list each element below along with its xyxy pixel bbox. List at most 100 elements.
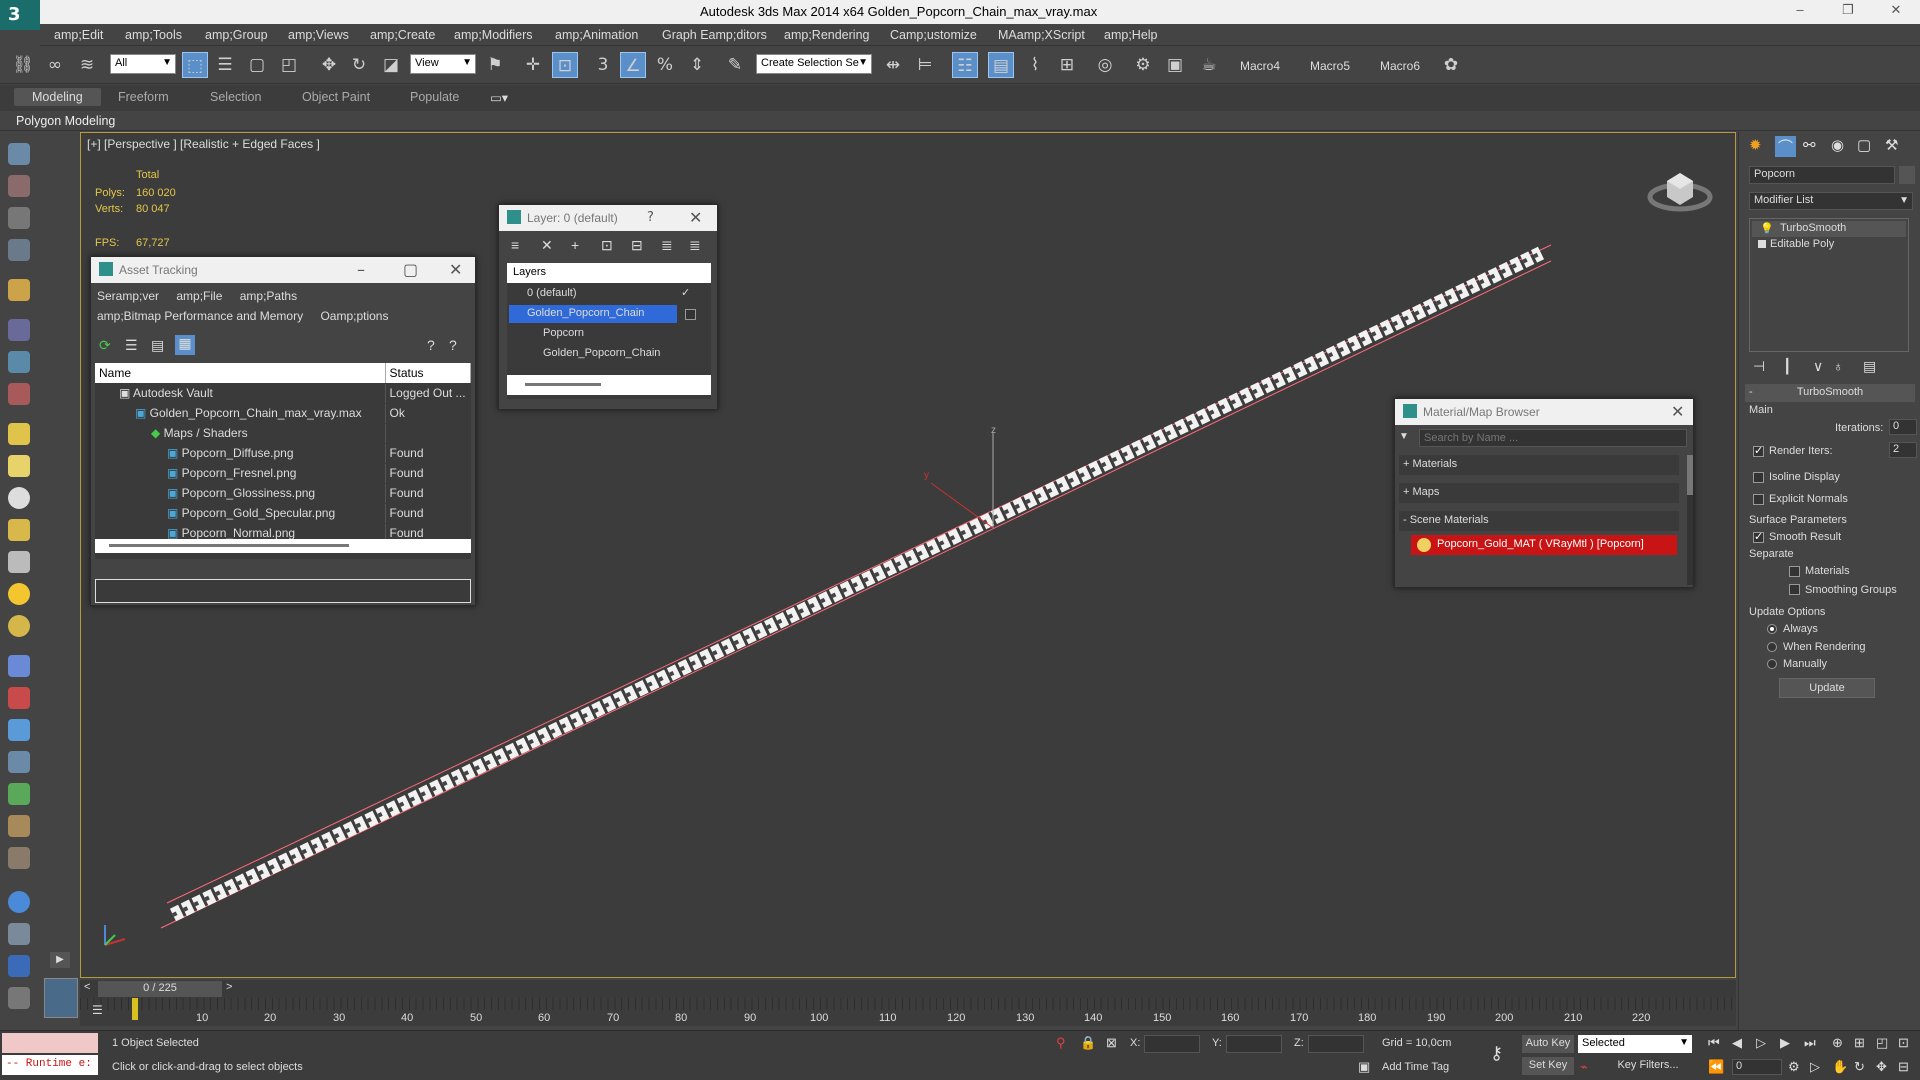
make-unique-icon[interactable]: ∨: [1813, 358, 1823, 375]
bulb-icon[interactable]: 💡: [1760, 222, 1774, 235]
cone-icon[interactable]: [8, 551, 30, 573]
object-name-field[interactable]: Popcorn: [1749, 166, 1895, 184]
render-iters-spinner[interactable]: 2: [1889, 442, 1917, 458]
layer-object-golden-popcorn-chain[interactable]: Golden_Popcorn_Chain: [507, 345, 711, 363]
object-color-swatch[interactable]: [1899, 166, 1915, 184]
list-view-icon[interactable]: ☰: [125, 337, 138, 354]
half-sphere-icon[interactable]: [8, 455, 30, 477]
table-row[interactable]: ▣ Popcorn_Fresnel.png Found: [95, 463, 471, 484]
menu-animation[interactable]: amp;Animation: [555, 28, 638, 42]
isoline-checkbox[interactable]: [1753, 472, 1764, 483]
horizontal-scrollbar[interactable]: [507, 375, 711, 395]
menu-rendering[interactable]: amp;Rendering: [784, 28, 869, 42]
menu-customize[interactable]: Camp;ustomize: [890, 28, 977, 42]
menu-create[interactable]: amp;Create: [370, 28, 435, 42]
tab-populate[interactable]: Populate: [410, 90, 459, 104]
layer-item-default[interactable]: 0 (default) ✓: [507, 285, 711, 303]
field-of-view-icon[interactable]: ▷: [1810, 1059, 1820, 1075]
new-layer-icon[interactable]: ≡: [511, 237, 519, 253]
layer-object-popcorn[interactable]: Popcorn: [507, 325, 711, 343]
sun-icon[interactable]: [8, 583, 30, 605]
table-row[interactable]: ▣ Popcorn_Gold_Specular.png Found: [95, 503, 471, 524]
layers-header[interactable]: Layers: [507, 263, 711, 283]
scrollbar-thumb[interactable]: [109, 544, 349, 547]
remove-modifier-icon[interactable]: ♁: [1833, 358, 1844, 374]
add-to-layer-icon[interactable]: +: [571, 237, 579, 253]
mirror-icon[interactable]: ⇹: [880, 52, 906, 78]
motion-tab-icon[interactable]: ◉: [1831, 136, 1844, 154]
layer-item-golden-popcorn-chain[interactable]: Golden_Popcorn_Chain: [509, 305, 677, 323]
box-icon[interactable]: [8, 423, 30, 445]
percent-snap-icon[interactable]: %: [652, 52, 678, 78]
layer-window-titlebar[interactable]: Layer: 0 (default) ? ✕: [499, 205, 717, 231]
scene-converter-icon[interactable]: [8, 923, 30, 945]
select-in-layer-icon[interactable]: ⊡: [601, 237, 613, 254]
sphere-icon[interactable]: [8, 351, 30, 373]
time-slider[interactable]: < 0 / 225 >: [80, 980, 1736, 998]
asset-tracking-titlebar[interactable]: Asset Tracking – ▢ ✕: [91, 257, 475, 283]
hierarchy-tab-icon[interactable]: ⚯: [1803, 136, 1816, 154]
maxscript-listener-top[interactable]: [2, 1033, 98, 1053]
menu-group[interactable]: amp;Group: [205, 28, 268, 42]
zoom-all-icon[interactable]: ⊞: [1854, 1035, 1865, 1051]
search-input[interactable]: [1419, 429, 1687, 447]
set-key-button[interactable]: Set Key: [1522, 1057, 1574, 1075]
orbit-icon[interactable]: ↻: [1854, 1059, 1865, 1075]
update-button[interactable]: Update: [1779, 678, 1875, 698]
render-production-icon[interactable]: ☕: [1196, 52, 1222, 78]
time-tag-icon[interactable]: ▣: [1358, 1059, 1370, 1075]
tab-selection[interactable]: Selection: [210, 90, 261, 104]
table-row[interactable]: ▣ Popcorn_Glossiness.png Found: [95, 483, 471, 504]
pin-stack-icon[interactable]: ⊣: [1753, 358, 1765, 375]
expand-left-panel-icon[interactable]: ▶: [50, 952, 70, 968]
highlight-layer-icon[interactable]: ⊟: [631, 237, 643, 254]
move-icon[interactable]: ✥: [316, 52, 342, 78]
menu-help[interactable]: amp;Help: [1104, 28, 1158, 42]
maximize-icon[interactable]: ▢: [403, 260, 418, 279]
material-browser-titlebar[interactable]: Material/Map Browser ✕: [1395, 399, 1693, 425]
select-by-name-icon[interactable]: ☰: [212, 52, 238, 78]
rectangular-selection-icon[interactable]: ▢: [244, 52, 270, 78]
update-manually-radio[interactable]: [1767, 659, 1777, 669]
layer-explorer-icon[interactable]: ☷: [952, 52, 978, 78]
x-coord-field[interactable]: [1144, 1035, 1200, 1053]
isolate-selection-icon[interactable]: ⚲: [1056, 1035, 1066, 1051]
bind-spacewarp-icon[interactable]: ≋: [74, 52, 100, 78]
explicit-normals-checkbox[interactable]: [1753, 494, 1764, 505]
close-icon[interactable]: ✕: [449, 260, 462, 279]
menu-edit[interactable]: amp;Edit: [54, 28, 103, 42]
menu-server[interactable]: Seramp;ver: [97, 289, 159, 303]
key-icon[interactable]: ⚷: [1490, 1043, 1503, 1064]
display-tab-icon[interactable]: ▢: [1857, 136, 1871, 154]
macro6-button[interactable]: Macro6: [1380, 59, 1420, 73]
absolute-mode-icon[interactable]: ⊠: [1106, 1035, 1117, 1051]
prev-frame-button[interactable]: <: [84, 981, 90, 993]
stack-item-turbosmooth[interactable]: 💡 TurboSmooth: [1752, 221, 1906, 237]
helper-icon[interactable]: [8, 383, 30, 405]
angle-snap-icon[interactable]: ∠: [620, 52, 646, 78]
menu-bitmap-performance[interactable]: amp;Bitmap Performance and Memory: [97, 309, 303, 323]
render-iters-checkbox[interactable]: [1753, 444, 1764, 457]
schematic-view-icon[interactable]: ⊞: [1054, 52, 1080, 78]
mini-curve-editor-icon[interactable]: [44, 978, 78, 1018]
macro4-button[interactable]: Macro4: [1240, 59, 1280, 73]
separate-smoothing-checkbox[interactable]: [1789, 584, 1800, 595]
menu-modifiers[interactable]: amp;Modifiers: [454, 28, 533, 42]
track-bar-menu-icon[interactable]: ☰: [92, 1003, 108, 1019]
plant-icon[interactable]: [8, 783, 30, 805]
next-frame-icon[interactable]: ▶: [1780, 1035, 1790, 1051]
tree-icon[interactable]: [8, 719, 30, 741]
menu-options[interactable]: Oamp;ptions: [320, 309, 388, 323]
freeze-layers-icon[interactable]: ≣: [689, 237, 701, 254]
cloth-icon[interactable]: [8, 847, 30, 869]
hair-icon[interactable]: [8, 815, 30, 837]
menu-views[interactable]: amp;Views: [288, 28, 349, 42]
help-icon[interactable]: ?: [427, 337, 435, 353]
maxscript-listener[interactable]: -- Runtime e:: [2, 1055, 98, 1075]
play-icon[interactable]: ▷: [1756, 1035, 1766, 1051]
selection-lock-icon[interactable]: 🔒: [1080, 1035, 1096, 1051]
app-logo-icon[interactable]: 3: [0, 0, 40, 30]
asset-path-field[interactable]: [95, 579, 471, 603]
scrollbar-thumb[interactable]: [525, 383, 601, 386]
delete-layer-icon[interactable]: ✕: [541, 237, 553, 254]
